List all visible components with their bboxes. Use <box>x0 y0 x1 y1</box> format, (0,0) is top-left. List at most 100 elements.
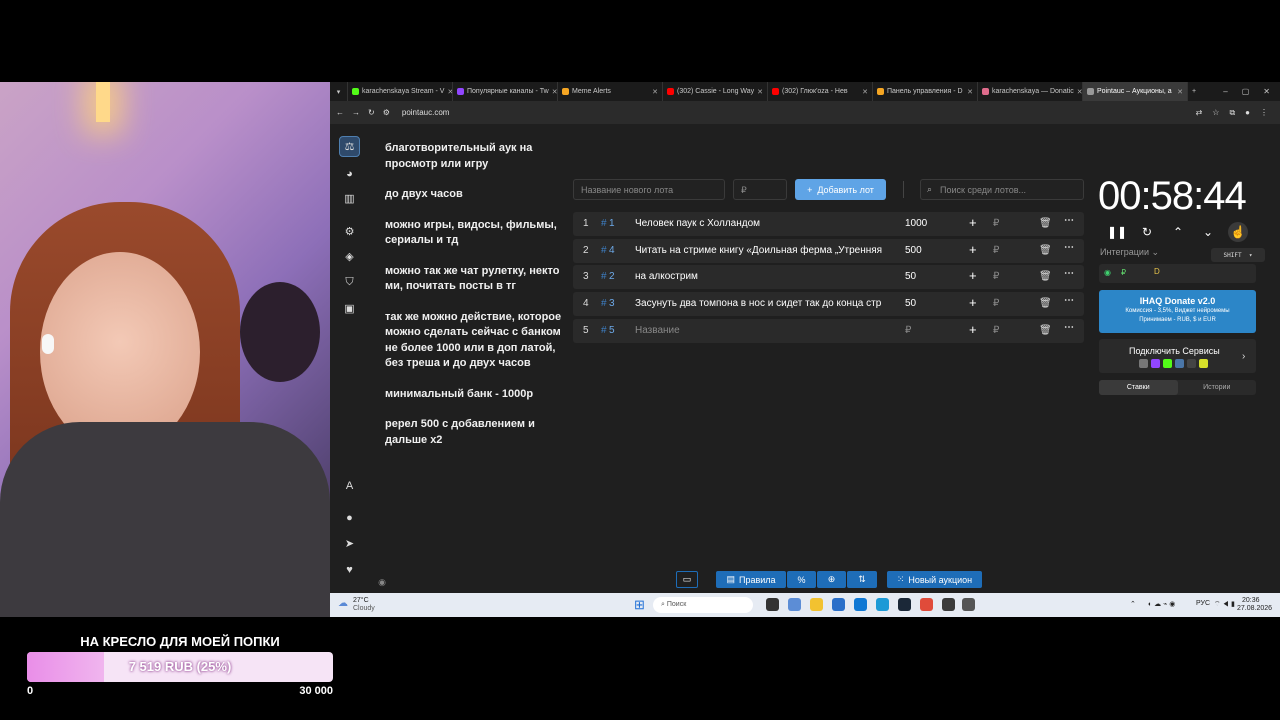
percent-button[interactable]: % <box>787 571 816 588</box>
rules-button[interactable]: ▤ Правила <box>716 571 786 588</box>
tab-close-icon[interactable]: ✕ <box>1177 88 1183 96</box>
minimize-icon[interactable]: – <box>1223 87 1227 96</box>
browser-tab[interactable]: karachenskaya — Donatic ✕ <box>978 82 1083 101</box>
tab-close-icon[interactable]: ✕ <box>862 88 868 96</box>
lot-name[interactable]: Читать на стриме книгу «Доильная ферма „… <box>635 245 893 256</box>
maximize-icon[interactable]: ▢ <box>1242 87 1250 96</box>
eye-icon[interactable]: ◉ <box>375 572 389 593</box>
trash-icon[interactable]: 🗑 <box>1039 245 1052 256</box>
tab-close-icon[interactable]: ✕ <box>967 88 973 96</box>
telegram-icon[interactable]: ➤ <box>339 533 360 554</box>
lot-amount[interactable]: 500 <box>905 245 922 256</box>
trash-icon[interactable]: 🗑 <box>1039 325 1052 336</box>
donate-icon[interactable]: ♥ <box>339 559 360 580</box>
reload-icon[interactable]: ↻ <box>368 108 375 117</box>
tab-close-icon[interactable]: ✕ <box>552 88 557 96</box>
network-volume-icons[interactable]: ⌔ ◀ ▮ <box>1214 600 1235 609</box>
mail-icon[interactable] <box>854 598 867 611</box>
more-options-icon[interactable]: ⋯ <box>1064 295 1074 306</box>
tab-close-icon[interactable]: ✕ <box>652 88 658 96</box>
connect-services-card[interactable]: Подключить Сервисы › <box>1099 339 1256 373</box>
more-options-icon[interactable]: ⋯ <box>1064 322 1074 333</box>
trash-icon[interactable]: 🗑 <box>1039 298 1052 309</box>
task-view-icon[interactable] <box>766 598 779 611</box>
forward-icon[interactable]: → <box>352 108 360 117</box>
more-options-icon[interactable]: ⋯ <box>1064 268 1074 279</box>
widgets-icon[interactable] <box>788 598 801 611</box>
tab-list-button[interactable]: ▾ <box>330 82 348 101</box>
lot-amount[interactable]: 50 <box>905 271 916 282</box>
taskbar-search[interactable]: ⌕ Поиск <box>653 597 753 613</box>
windows-start-icon[interactable]: ⊞ <box>634 597 645 613</box>
lot-name[interactable]: Человек паук с Холландом <box>635 218 893 229</box>
clock-time[interactable]: 20:36 <box>1242 597 1260 604</box>
new-tab-icon[interactable]: + <box>1188 82 1202 101</box>
browser-tab[interactable]: Meme Alerts ✕ <box>558 82 663 101</box>
outlook-icon[interactable] <box>832 598 845 611</box>
ruble-icon[interactable]: ₽ <box>993 218 999 229</box>
github-icon[interactable]: ● <box>339 507 360 528</box>
more-options-icon[interactable]: ⋯ <box>1064 215 1074 226</box>
tray-chevron-icon[interactable]: ⌃ <box>1130 600 1136 608</box>
tab-bets[interactable]: Ставки <box>1099 380 1178 395</box>
lot-name[interactable]: на алкострим <box>635 271 893 282</box>
ruble-icon[interactable]: ₽ <box>993 245 999 256</box>
tray-icons[interactable]: ◐ ☁ ⌁ ◉ <box>1148 600 1175 608</box>
reset-icon[interactable]: ↻ <box>1137 222 1157 242</box>
lot-price-input[interactable]: ₽ <box>733 179 787 200</box>
extensions-icon[interactable]: ⧉ <box>1229 108 1235 118</box>
add-amount-icon[interactable]: + <box>969 295 977 310</box>
bookmark-star-icon[interactable]: ☆ <box>1212 108 1219 118</box>
pause-icon[interactable]: ❚❚ <box>1107 222 1127 242</box>
more-options-icon[interactable]: ⋯ <box>1064 242 1074 253</box>
save-icon[interactable]: ▭ <box>676 571 698 588</box>
ruble-icon[interactable]: ₽ <box>993 298 999 309</box>
browser-tab[interactable]: karachenskaya Stream - V ✕ <box>348 82 453 101</box>
clock-date[interactable]: 27.08.2026 <box>1237 605 1272 612</box>
split-button[interactable]: ⊕ <box>817 571 846 588</box>
trash-icon[interactable]: 🗑 <box>1039 218 1052 229</box>
tab-close-icon[interactable]: ✕ <box>757 88 763 96</box>
browser-tab[interactable]: Популярные каналы - Tw ✕ <box>453 82 558 101</box>
steam-icon[interactable] <box>898 598 911 611</box>
new-auction-button[interactable]: ⁙ Новый аукцион <box>887 571 982 588</box>
lot-name-input[interactable]: Название нового лота <box>573 179 725 200</box>
browser-tab[interactable]: Панель управления - D ✕ <box>873 82 978 101</box>
chevron-up-icon[interactable]: ⌃ <box>1168 222 1188 242</box>
chrome-icon[interactable] <box>920 598 933 611</box>
back-icon[interactable]: ← <box>336 108 344 117</box>
file-explorer-icon[interactable] <box>810 598 823 611</box>
auction-hammer-icon[interactable]: ⚖ <box>339 136 360 157</box>
ruble-icon[interactable]: ₽ <box>993 271 999 282</box>
chevron-down-icon[interactable]: ⌄ <box>1198 222 1218 242</box>
url-field[interactable]: pointauc.com <box>402 108 450 117</box>
tab-close-icon[interactable]: ✕ <box>1077 88 1082 96</box>
add-amount-icon[interactable]: + <box>969 242 977 257</box>
trash-icon[interactable]: 🗑 <box>1039 271 1052 282</box>
app-icon[interactable] <box>962 598 975 611</box>
media-icon[interactable]: ▣ <box>339 298 360 319</box>
add-amount-icon[interactable]: + <box>969 322 977 337</box>
ihaq-donate-banner[interactable]: IHAQ Donate v2.0 Комиссия - 3,5%, Виджет… <box>1099 290 1256 333</box>
browser-tab[interactable]: Pointauc – Аукционы, а ✕ <box>1083 82 1188 101</box>
donation-integration-icon[interactable]: D <box>1154 267 1160 276</box>
sort-button[interactable]: ⇅ <box>847 571 877 588</box>
edge-icon[interactable] <box>876 598 889 611</box>
obs-icon[interactable] <box>942 598 955 611</box>
stats-icon[interactable]: ▥ <box>339 188 360 209</box>
cursor-icon[interactable]: ☝ <box>1228 222 1248 242</box>
lot-amount[interactable]: ₽ <box>905 325 911 336</box>
settings-icon[interactable]: ⚙ <box>339 221 360 242</box>
layers-icon[interactable]: ◈ <box>339 246 360 267</box>
close-icon[interactable]: ✕ <box>1263 87 1270 96</box>
profile-avatar[interactable]: ● <box>1245 108 1250 118</box>
add-lot-button[interactable]: + Добавить лот <box>795 179 886 200</box>
menu-dots-icon[interactable]: ⋮ <box>1260 108 1268 118</box>
translate-icon[interactable]: A <box>339 475 360 496</box>
search-input[interactable]: ⌕ Поиск среди лотов... <box>920 179 1084 200</box>
add-amount-icon[interactable]: + <box>969 215 977 230</box>
translate-icon[interactable]: ⇄ <box>1196 108 1203 118</box>
lot-amount[interactable]: 50 <box>905 298 916 309</box>
lot-name[interactable]: Название <box>635 325 893 336</box>
language-indicator[interactable]: РУС <box>1196 600 1210 607</box>
